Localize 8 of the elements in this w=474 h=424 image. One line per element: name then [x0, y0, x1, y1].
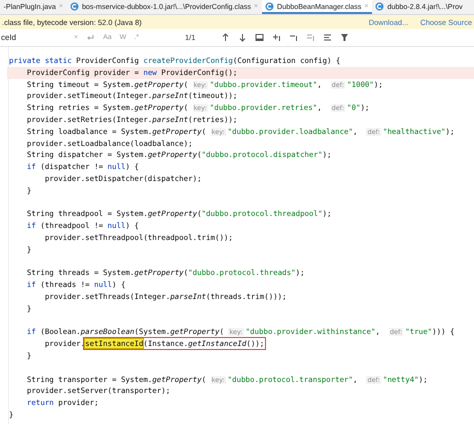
- add-occurrence-icon[interactable]: [272, 33, 282, 42]
- filter-icon[interactable]: [340, 33, 350, 42]
- search-field[interactable]: ceId: [0, 33, 66, 42]
- remove-occurrence-icon[interactable]: [289, 33, 298, 42]
- select-all-icon[interactable]: [255, 33, 264, 42]
- down-arrow-icon[interactable]: [238, 33, 248, 42]
- lines-icon[interactable]: [323, 33, 332, 42]
- up-arrow-icon[interactable]: [221, 33, 230, 42]
